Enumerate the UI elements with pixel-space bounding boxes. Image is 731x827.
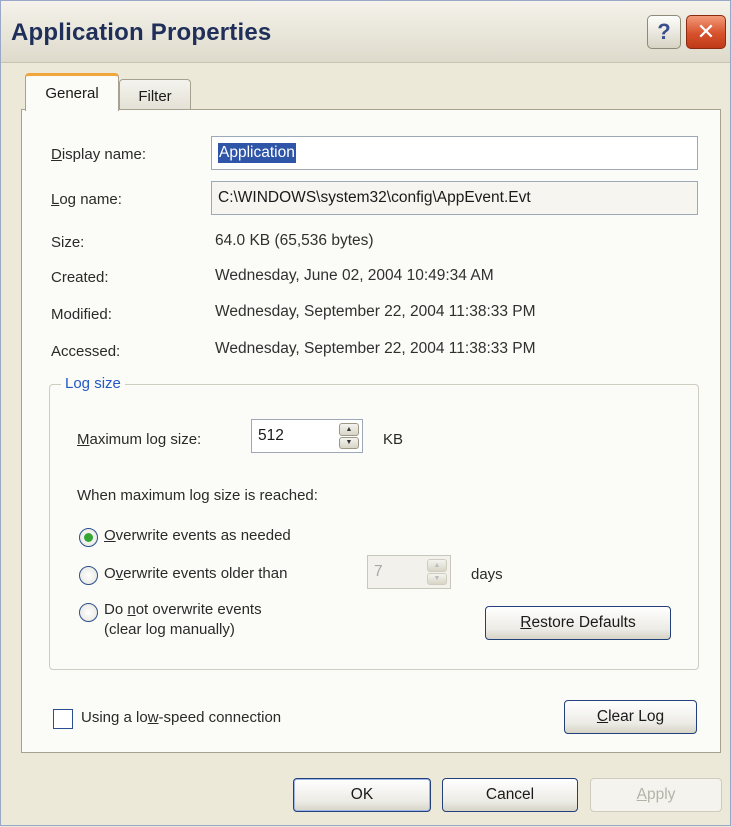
log-name-value: C:\WINDOWS\system32\config\AppEvent.Evt (218, 189, 531, 206)
low-speed-label[interactable]: Using a low-speed connection (81, 709, 281, 726)
cancel-button[interactable]: Cancel (442, 778, 578, 812)
do-not-overwrite-sublabel: (clear log manually) (104, 621, 235, 638)
created-label: Created: (51, 269, 109, 286)
overwrite-as-needed-radio[interactable] (79, 528, 98, 547)
overwrite-as-needed-label[interactable]: Overwrite events as needed (104, 527, 291, 544)
max-log-size-value: 512 (258, 427, 284, 444)
modified-value: Wednesday, September 22, 2004 11:38:33 P… (215, 303, 536, 320)
days-label: days (471, 566, 503, 583)
spin-down-icon[interactable]: ▼ (339, 436, 359, 449)
low-speed-checkbox[interactable] (53, 709, 73, 729)
clear-log-button[interactable]: Clear Log (564, 700, 697, 734)
max-log-size-spinner[interactable]: 512 ▲ ▼ (251, 419, 363, 453)
display-name-label: Display name: (51, 146, 147, 163)
modified-label: Modified: (51, 306, 112, 323)
size-label: Size: (51, 234, 85, 251)
overwrite-older-label[interactable]: Overwrite events older than (104, 565, 287, 582)
max-log-size-unit: KB (383, 431, 404, 448)
max-log-size-label: Maximum log size: (77, 431, 202, 448)
general-content: Display name: Application Log name: C:\W… (1, 1, 731, 827)
log-name-label: Log name: (51, 191, 122, 208)
apply-label: Apply (636, 786, 676, 803)
days-spin-down-icon[interactable]: ▼ (427, 572, 447, 585)
display-name-input[interactable]: Application (211, 136, 698, 170)
created-value: Wednesday, June 02, 2004 10:49:34 AM (215, 267, 494, 284)
display-name-value: Application (218, 143, 296, 163)
restore-defaults-button[interactable]: Restore Defaults (485, 606, 671, 640)
log-size-group-title: Log size (61, 375, 125, 392)
accessed-value: Wednesday, September 22, 2004 11:38:33 P… (215, 340, 536, 357)
ok-button[interactable]: OK (293, 778, 431, 812)
accessed-label: Accessed: (51, 343, 121, 360)
days-spin-up-icon[interactable]: ▲ (427, 559, 447, 572)
days-value: 7 (374, 563, 383, 580)
spin-up-icon[interactable]: ▲ (339, 423, 359, 436)
ok-label: OK (350, 786, 374, 803)
do-not-overwrite-radio[interactable] (79, 603, 98, 622)
log-name-field[interactable]: C:\WINDOWS\system32\config\AppEvent.Evt (211, 181, 698, 215)
display-name-label-text: isplay name: (61, 146, 147, 163)
when-max-reached-label: When maximum log size is reached: (77, 487, 318, 504)
overwrite-older-radio[interactable] (79, 566, 98, 585)
do-not-overwrite-label[interactable]: Do not overwrite events (104, 601, 262, 618)
cancel-label: Cancel (485, 786, 535, 803)
clear-log-label: Clear Log (596, 708, 665, 725)
days-spinner[interactable]: 7 ▲ ▼ (367, 555, 451, 589)
application-properties-dialog: Application Properties ? ✕ General Filte… (0, 0, 731, 826)
restore-defaults-label: Restore Defaults (520, 614, 636, 631)
apply-button[interactable]: Apply (590, 778, 722, 812)
size-value: 64.0 KB (65,536 bytes) (215, 232, 374, 249)
